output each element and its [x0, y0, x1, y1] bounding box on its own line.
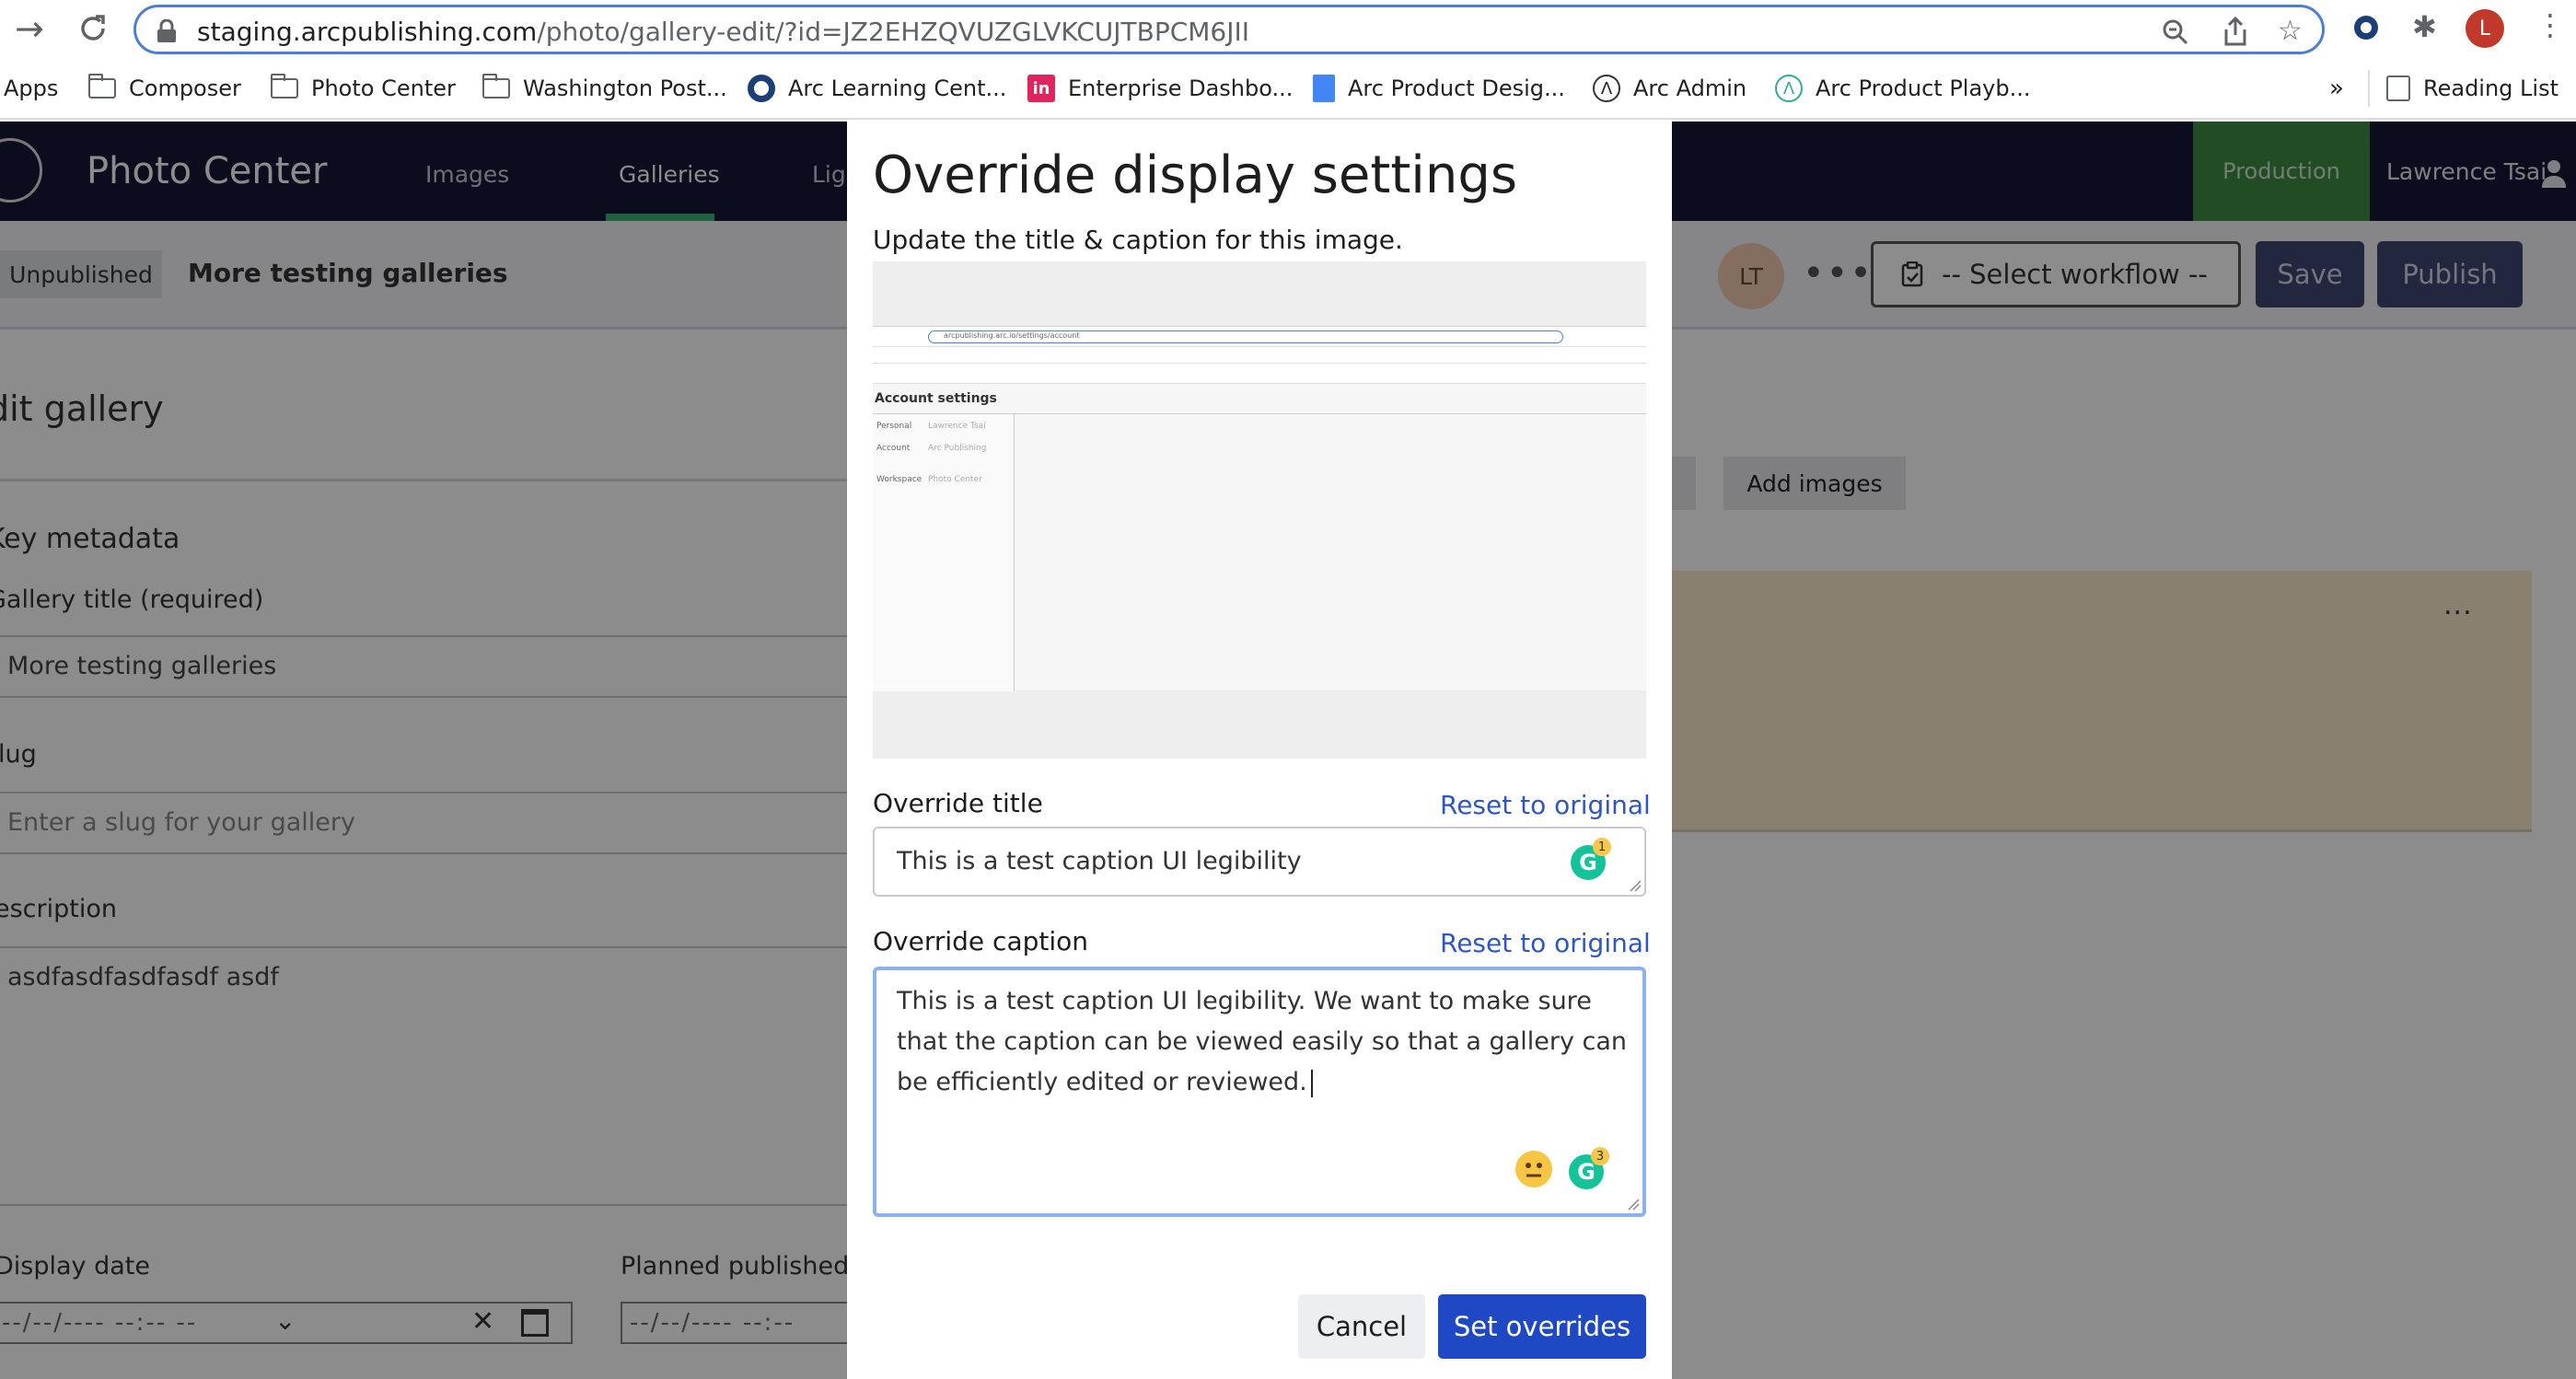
preview-bookmarks: [873, 347, 1646, 364]
bookmark-label: Arc Product Desig...: [1348, 75, 1565, 101]
preview-row-label: Personal: [876, 422, 912, 431]
preview-url-bar: arcpublishing.arc.io/settings/account: [928, 330, 1563, 343]
browser-menu-icon[interactable]: ⋮: [2535, 7, 2565, 42]
bookmark-star-icon[interactable]: ☆: [2278, 15, 2303, 47]
bookmark-composer[interactable]: Composer: [88, 72, 241, 105]
bookmark-label: Photo Center: [311, 75, 456, 101]
bookmark-label: Apps: [4, 75, 59, 101]
browser-toolbar: → staging.arcpublishing.com/photo/galler…: [0, 0, 2576, 59]
emoji-face-icon: [1526, 1163, 1542, 1177]
reload-icon[interactable]: [75, 11, 110, 46]
override-caption-value: This is a test caption UI legibility. We…: [897, 987, 1628, 1096]
grammarly-count: 3: [1591, 1147, 1609, 1165]
bookmark-label: Composer: [129, 75, 241, 101]
override-caption-input[interactable]: This is a test caption UI legibility. We…: [873, 967, 1646, 1217]
puzzle-extensions-icon[interactable]: ✱: [2412, 9, 2437, 44]
profile-avatar[interactable]: L: [2466, 9, 2504, 48]
reading-list[interactable]: Reading List: [2386, 72, 2559, 105]
modal-subtitle: Update the title & caption for this imag…: [873, 225, 1403, 255]
invision-icon: in: [1027, 75, 1055, 102]
preview-row-label: Account: [876, 444, 911, 453]
address-bar[interactable]: staging.arcpublishing.com/photo/gallery-…: [133, 5, 2325, 54]
share-icon[interactable]: [2222, 17, 2248, 46]
reset-title-link[interactable]: Reset to original: [1440, 790, 1651, 820]
bookmarks-bar: Apps Composer Photo Center Washington Po…: [0, 59, 2576, 120]
bookmark-label: Arc Learning Cent...: [788, 75, 1007, 101]
folder-icon: [482, 74, 510, 98]
preview-sidebar: Personal Lawrence Tsai Account Arc Publi…: [873, 414, 1015, 691]
resize-handle-icon[interactable]: [1629, 879, 1642, 892]
preview-row-value: Arc Publishing: [928, 444, 987, 453]
arc-icon: Λ: [1775, 75, 1803, 102]
folder-icon: [88, 74, 116, 98]
bookmarks-overflow[interactable]: »: [2329, 72, 2344, 105]
resize-handle-icon[interactable]: [1627, 1198, 1640, 1211]
cancel-button[interactable]: Cancel: [1298, 1294, 1425, 1359]
url-host: staging.arcpublishing.com: [197, 17, 538, 47]
bookmark-arc-product-playbook[interactable]: Λ Arc Product Playb...: [1775, 72, 2031, 105]
bookmark-arc-admin[interactable]: Λ Arc Admin: [1593, 72, 1746, 105]
preview-url: arcpublishing.arc.io/settings/account: [944, 331, 1080, 340]
bookmark-photo-center[interactable]: Photo Center: [271, 72, 456, 105]
lock-icon: [157, 19, 176, 42]
preview-app-bar: [873, 364, 1646, 384]
doc-icon: [1313, 75, 1335, 102]
bookmark-arc-learning[interactable]: Arc Learning Cent...: [748, 72, 1006, 105]
text-caret: [1310, 1069, 1313, 1097]
override-title-value: This is a test caption UI legibility: [897, 847, 1302, 875]
override-title-label: Override title: [873, 788, 1043, 818]
ring-icon: [748, 75, 775, 102]
preview-row-label: Workspace: [876, 475, 922, 484]
modal-title: Override display settings: [873, 145, 1518, 205]
url-text: staging.arcpublishing.com/photo/gallery-…: [197, 17, 1249, 47]
override-caption-text: This is a test caption UI legibility. We…: [897, 981, 1633, 1103]
bookmark-enterprise-dashboard[interactable]: in Enterprise Dashbo...: [1027, 72, 1293, 105]
bookmark-label: Arc Admin: [1633, 75, 1747, 101]
grammarly-count: 1: [1593, 838, 1611, 856]
zoom-icon[interactable]: [2162, 18, 2189, 46]
preview-browser-bar: arcpublishing.arc.io/settings/account: [873, 327, 1646, 347]
forward-arrow-icon[interactable]: →: [15, 11, 44, 46]
emoji-neutral-icon[interactable]: [1515, 1151, 1552, 1188]
bookmark-washington-post[interactable]: Washington Post...: [482, 72, 727, 105]
reading-list-icon: [2386, 75, 2410, 101]
reading-list-label: Reading List: [2423, 75, 2559, 101]
override-caption-label: Override caption: [873, 926, 1089, 956]
preview-row-value: Photo Center: [928, 475, 982, 484]
folder-icon: [271, 74, 298, 98]
extension-ring-icon[interactable]: [2351, 13, 2381, 42]
preview-heading: Account settings: [875, 391, 997, 406]
bookmark-label: Enterprise Dashbo...: [1068, 75, 1294, 101]
arc-icon: Λ: [1593, 75, 1620, 102]
bookmark-apps[interactable]: Apps: [4, 72, 58, 105]
bookmark-label: Washington Post...: [523, 75, 727, 101]
set-overrides-button[interactable]: Set overrides: [1438, 1294, 1646, 1359]
url-path: /photo/gallery-edit/?id=JZ2EHZQVUZGLVKCU…: [537, 17, 1250, 47]
bookmark-arc-product-design[interactable]: Arc Product Desig...: [1313, 72, 1565, 105]
preview-screenshot: arcpublishing.arc.io/settings/account Ac…: [873, 326, 1646, 691]
override-title-input[interactable]: This is a test caption UI legibility G 1: [873, 827, 1646, 897]
reset-caption-link[interactable]: Reset to original: [1440, 928, 1651, 958]
bookmarks-divider: [2368, 70, 2370, 107]
preview-row-value: Lawrence Tsai: [928, 422, 986, 431]
bookmark-label: Arc Product Playb...: [1816, 75, 2031, 101]
